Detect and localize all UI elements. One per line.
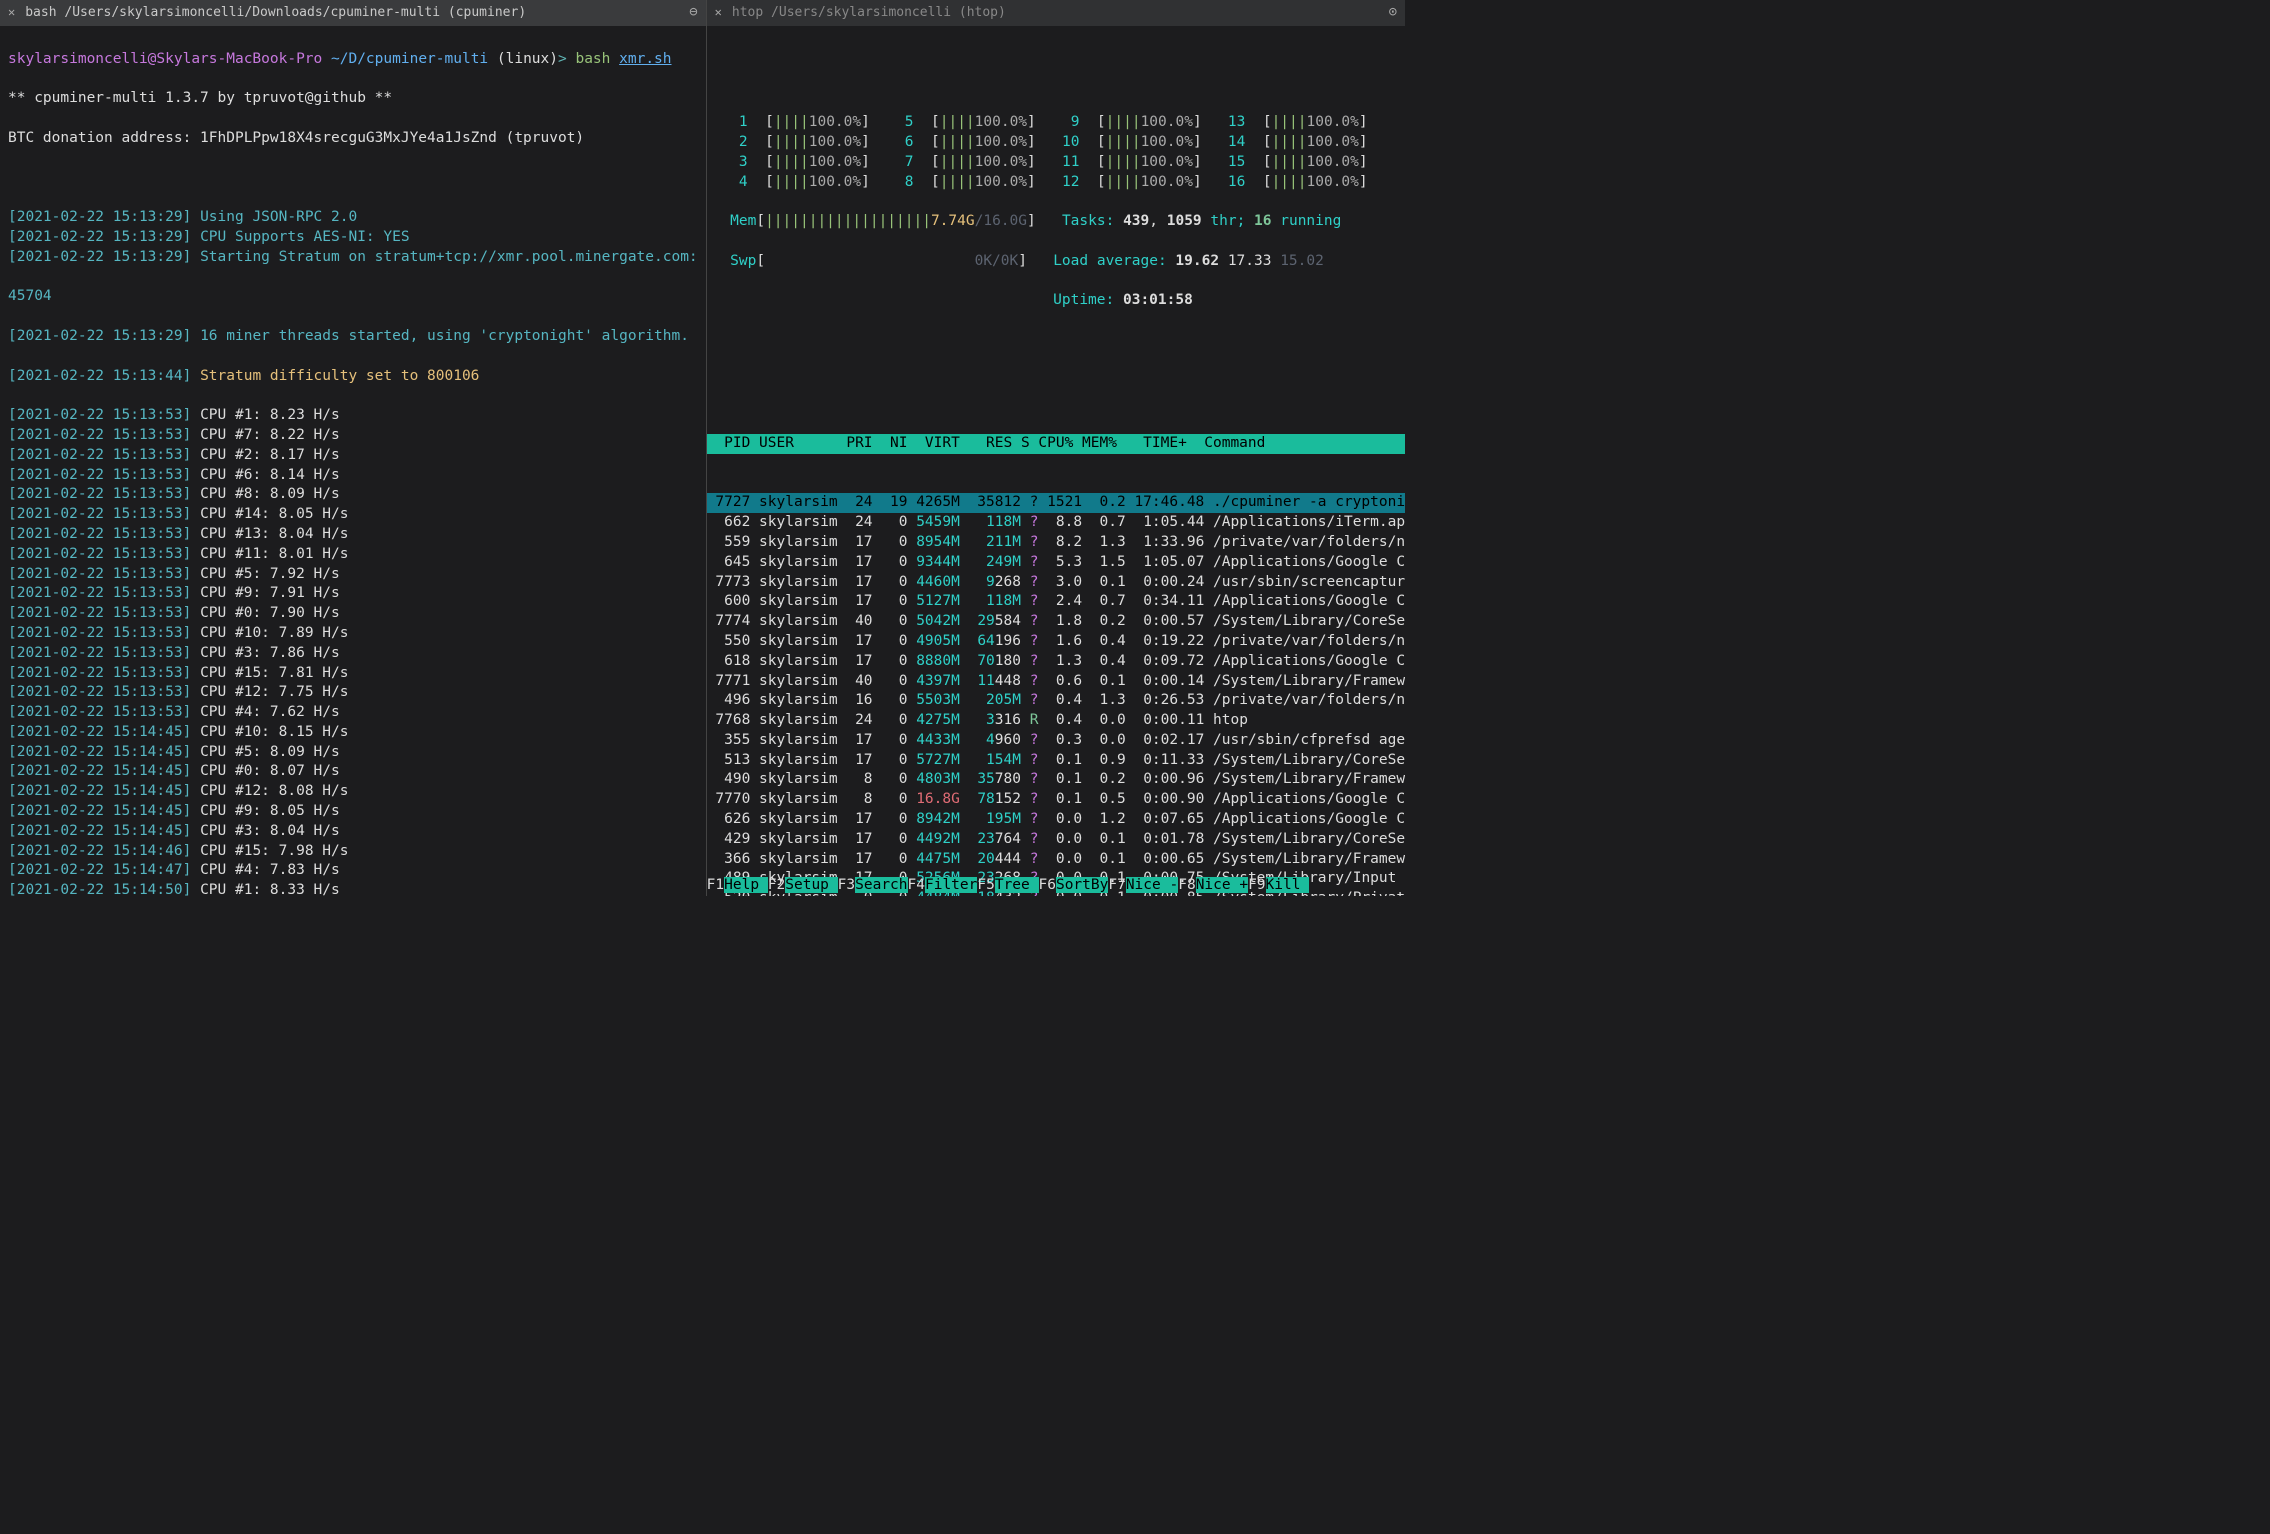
process-row[interactable]: 600 skylarsim 17 0 5127M 118M ? 2.4 0.7 …	[707, 592, 1405, 612]
blank-line	[8, 169, 698, 189]
log-line: [2021-02-22 15:13:29] Starting Stratum o…	[8, 248, 698, 268]
hash-line: [2021-02-22 15:14:45] CPU #5: 8.09 H/s	[8, 743, 698, 763]
hash-line: [2021-02-22 15:13:53] CPU #8: 8.09 H/s	[8, 485, 698, 505]
process-row[interactable]: 7727 skylarsim 24 19 4265M 35812 ? 1521 …	[707, 493, 1405, 513]
hash-line: [2021-02-22 15:13:53] CPU #6: 8.14 H/s	[8, 466, 698, 486]
process-row[interactable]: 559 skylarsim 17 0 8954M 211M ? 8.2 1.3 …	[707, 533, 1405, 553]
prompt-user: skylarsimoncelli@Skylars-MacBook-Pro	[8, 51, 322, 67]
process-row[interactable]: 662 skylarsim 24 0 5459M 118M ? 8.8 0.7 …	[707, 513, 1405, 533]
hash-line: [2021-02-22 15:14:46] CPU #15: 7.98 H/s	[8, 842, 698, 862]
log-line: [2021-02-22 15:13:44] Stratum difficulty…	[8, 367, 698, 387]
hash-line: [2021-02-22 15:13:53] CPU #4: 7.62 H/s	[8, 703, 698, 723]
process-table-body[interactable]: 7727 skylarsim 24 19 4265M 35812 ? 1521 …	[707, 493, 1405, 896]
cpu-meter-row: 3 [||||100.0%] 7 [||||100.0%] 11 [||||10…	[713, 153, 1399, 173]
process-row[interactable]: 7771 skylarsim 40 0 4397M 11448 ? 0.6 0.…	[707, 672, 1405, 692]
hash-line: [2021-02-22 15:13:53] CPU #0: 7.90 H/s	[8, 604, 698, 624]
process-row[interactable]: 513 skylarsim 17 0 5727M 154M ? 0.1 0.9 …	[707, 751, 1405, 771]
hash-line: [2021-02-22 15:14:50] CPU #1: 8.33 H/s	[8, 881, 698, 896]
banner-line: ** cpuminer-multi 1.3.7 by tpruvot@githu…	[8, 89, 698, 109]
hash-line: [2021-02-22 15:14:47] CPU #4: 7.83 H/s	[8, 861, 698, 881]
process-row[interactable]: 496 skylarsim 16 0 5503M 205M ? 0.4 1.3 …	[707, 691, 1405, 711]
hash-line: [2021-02-22 15:13:53] CPU #13: 8.04 H/s	[8, 525, 698, 545]
left-tab-title: bash /Users/skylarsimoncelli/Downloads/c…	[25, 3, 526, 23]
blank-line	[713, 331, 1399, 351]
prompt-os: (linux)	[497, 51, 558, 67]
hash-line: [2021-02-22 15:14:45] CPU #9: 8.05 H/s	[8, 802, 698, 822]
process-row[interactable]: 7774 skylarsim 40 0 5042M 29584 ? 1.8 0.…	[707, 612, 1405, 632]
uptime-line: Uptime: 03:01:58	[713, 291, 1399, 311]
app-root: ✕ bash /Users/skylarsimoncelli/Downloads…	[0, 0, 1326, 896]
process-row[interactable]: 645 skylarsim 17 0 9344M 249M ? 5.3 1.5 …	[707, 553, 1405, 573]
shell-prompt: skylarsimoncelli@Skylars-MacBook-Pro ~/D…	[8, 50, 698, 70]
more-icon[interactable]: ⊖	[689, 3, 697, 23]
hash-line: [2021-02-22 15:13:53] CPU #11: 8.01 H/s	[8, 545, 698, 565]
hash-line: [2021-02-22 15:14:45] CPU #10: 8.15 H/s	[8, 723, 698, 743]
prompt-path: ~/D/cpuminer-multi	[331, 51, 488, 67]
hash-line: [2021-02-22 15:13:53] CPU #5: 7.92 H/s	[8, 565, 698, 585]
hash-line: [2021-02-22 15:13:53] CPU #9: 7.91 H/s	[8, 584, 698, 604]
hash-line: [2021-02-22 15:13:53] CPU #15: 7.81 H/s	[8, 664, 698, 684]
banner-line: BTC donation address: 1FhDPLPpw18X4srecg…	[8, 129, 698, 149]
log-line: [2021-02-22 15:13:29] 16 miner threads s…	[8, 327, 698, 347]
log-line: [2021-02-22 15:13:29] CPU Supports AES-N…	[8, 228, 698, 248]
process-row[interactable]: 7773 skylarsim 17 0 4460M 9268 ? 3.0 0.1…	[707, 573, 1405, 593]
process-row[interactable]: 7768 skylarsim 24 0 4275M 3316 R 0.4 0.0…	[707, 711, 1405, 731]
swp-bar: Swp[ 0K/0K] Load average: 19.62 17.33 15…	[713, 252, 1399, 272]
prompt-arg: xmr.sh	[619, 51, 671, 67]
hash-line: [2021-02-22 15:14:45] CPU #12: 8.08 H/s	[8, 782, 698, 802]
prompt-caret: >	[558, 51, 567, 67]
hash-line: [2021-02-22 15:13:53] CPU #3: 7.86 H/s	[8, 644, 698, 664]
hash-line: [2021-02-22 15:13:53] CPU #14: 8.05 H/s	[8, 505, 698, 525]
prompt-command: bash	[575, 51, 610, 67]
process-row[interactable]: 618 skylarsim 17 0 8880M 70180 ? 1.3 0.4…	[707, 652, 1405, 672]
htop-terminal[interactable]: 1 [||||100.0%] 5 [||||100.0%] 9 [||||100…	[707, 26, 1405, 896]
left-tab-bar[interactable]: ✕ bash /Users/skylarsimoncelli/Downloads…	[0, 0, 706, 26]
process-row[interactable]: 490 skylarsim 8 0 4803M 35780 ? 0.1 0.2 …	[707, 770, 1405, 790]
hash-block: [2021-02-22 15:13:53] CPU #1: 8.23 H/s[2…	[8, 406, 698, 896]
right-tab-title: htop /Users/skylarsimoncelli (htop)	[732, 3, 1006, 23]
close-icon[interactable]: ✕	[715, 3, 722, 23]
process-row[interactable]: 550 skylarsim 17 0 4905M 64196 ? 1.6 0.4…	[707, 632, 1405, 652]
hash-line: [2021-02-22 15:13:53] CPU #7: 8.22 H/s	[8, 426, 698, 446]
hash-line: [2021-02-22 15:13:53] CPU #2: 8.17 H/s	[8, 446, 698, 466]
hash-line: [2021-02-22 15:14:45] CPU #0: 8.07 H/s	[8, 762, 698, 782]
cpu-meter-row: 4 [||||100.0%] 8 [||||100.0%] 12 [||||10…	[713, 173, 1399, 193]
log-continuation: 45704	[8, 287, 698, 307]
log-block: [2021-02-22 15:13:29] Using JSON-RPC 2.0…	[8, 208, 698, 267]
right-htop-pane[interactable]: ✕ htop /Users/skylarsimoncelli (htop) ⊙ …	[707, 0, 1405, 896]
process-row[interactable]: 429 skylarsim 17 0 4492M 23764 ? 0.0 0.1…	[707, 830, 1405, 850]
hash-line: [2021-02-22 15:14:45] CPU #3: 8.04 H/s	[8, 822, 698, 842]
fkey-bar[interactable]: F1Help F2Setup F3SearchF4FilterF5Tree F6…	[707, 876, 1405, 896]
htop-header: 1 [||||100.0%] 5 [||||100.0%] 9 [||||100…	[707, 66, 1405, 395]
more-icon[interactable]: ⊙	[1389, 3, 1397, 23]
process-row[interactable]: 355 skylarsim 17 0 4433M 4960 ? 0.3 0.0 …	[707, 731, 1405, 751]
hash-line: [2021-02-22 15:13:53] CPU #10: 7.89 H/s	[8, 624, 698, 644]
hash-line: [2021-02-22 15:13:53] CPU #12: 7.75 H/s	[8, 683, 698, 703]
left-terminal[interactable]: skylarsimoncelli@Skylars-MacBook-Pro ~/D…	[0, 26, 706, 896]
process-row[interactable]: 7770 skylarsim 8 0 16.8G 78152 ? 0.1 0.5…	[707, 790, 1405, 810]
cpu-meter-row: 2 [||||100.0%] 6 [||||100.0%] 10 [||||10…	[713, 133, 1399, 153]
process-table-header[interactable]: PID USER PRI NI VIRT RES S CPU% MEM% TIM…	[707, 434, 1405, 454]
process-row[interactable]: 626 skylarsim 17 0 8942M 195M ? 0.0 1.2 …	[707, 810, 1405, 830]
mem-bar: Mem[|||||||||||||||||||7.74G/16.0G] Task…	[713, 212, 1399, 232]
close-icon[interactable]: ✕	[8, 3, 15, 23]
log-line: [2021-02-22 15:13:29] Using JSON-RPC 2.0	[8, 208, 698, 228]
cpu-meter-row: 1 [||||100.0%] 5 [||||100.0%] 9 [||||100…	[713, 113, 1399, 133]
right-tab-bar[interactable]: ✕ htop /Users/skylarsimoncelli (htop) ⊙	[707, 0, 1405, 26]
left-terminal-pane[interactable]: ✕ bash /Users/skylarsimoncelli/Downloads…	[0, 0, 707, 896]
process-row[interactable]: 366 skylarsim 17 0 4475M 20444 ? 0.0 0.1…	[707, 850, 1405, 870]
hash-line: [2021-02-22 15:13:53] CPU #1: 8.23 H/s	[8, 406, 698, 426]
